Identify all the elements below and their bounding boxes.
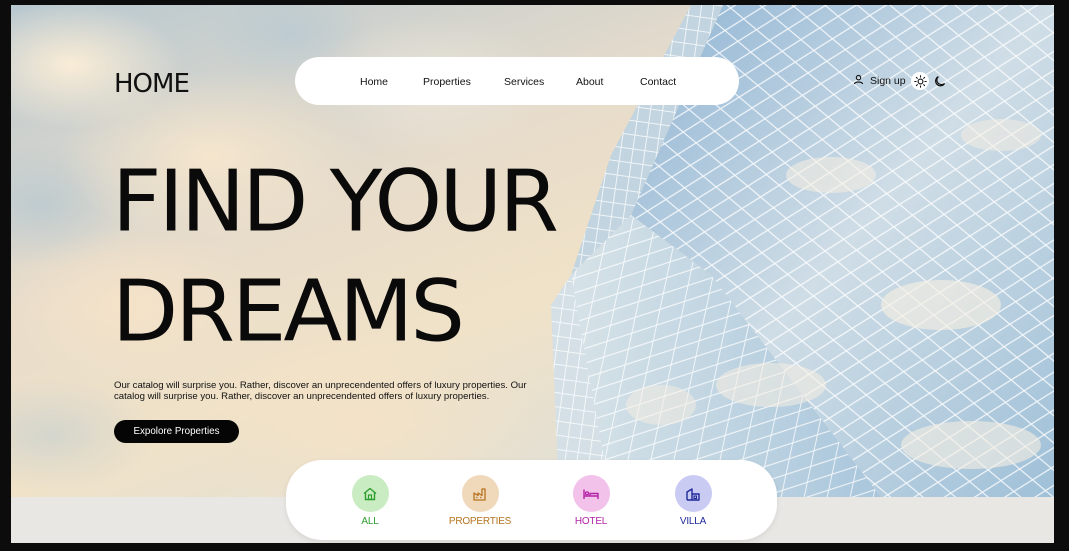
nav-item-home[interactable]: Home [360,76,388,88]
building-icon [674,475,712,512]
explore-properties-button[interactable]: Expolore Properties [114,420,239,443]
category-label-all: ALL [361,516,379,527]
nav-item-about[interactable]: About [576,76,603,88]
category-bar: ALL PROPERTIES HOTEL VILLA [286,460,777,540]
headline-line-2: DREAMS [112,262,465,361]
category-all[interactable]: ALL [330,475,410,527]
house-icon [351,475,389,512]
category-label-villa: VILLA [679,516,707,527]
headline-line-1: FIND YOUR [112,153,559,252]
signup-label: Sign up [870,75,906,87]
category-villa[interactable]: VILLA [653,475,733,527]
category-label-hotel: HOTEL [574,516,608,527]
nav-item-contact[interactable]: Contact [640,76,676,88]
sun-icon[interactable] [911,72,929,90]
category-properties[interactable]: PROPERTIES [440,475,520,527]
nav-item-properties[interactable]: Properties [423,76,471,88]
theme-toggle [911,72,949,90]
user-icon [853,74,864,88]
signup-button[interactable]: Sign up [853,74,906,88]
main-nav: Home Properties Services About Contact [295,57,739,105]
bed-icon [572,475,610,512]
brand-logo[interactable]: HOME [114,69,190,99]
hero-section: HOME Home Properties Services About Cont… [11,5,1054,497]
nav-item-services[interactable]: Services [504,76,544,88]
moon-icon[interactable] [933,73,949,89]
category-label-properties: PROPERTIES [448,516,512,527]
page-frame: HOME Home Properties Services About Cont… [11,5,1054,543]
factory-icon [461,475,499,512]
hero-headline: FIND YOUR DREAMS [112,147,559,367]
category-hotel[interactable]: HOTEL [551,475,631,527]
hero-description: Our catalog will surprise you. Rather, d… [114,380,527,402]
